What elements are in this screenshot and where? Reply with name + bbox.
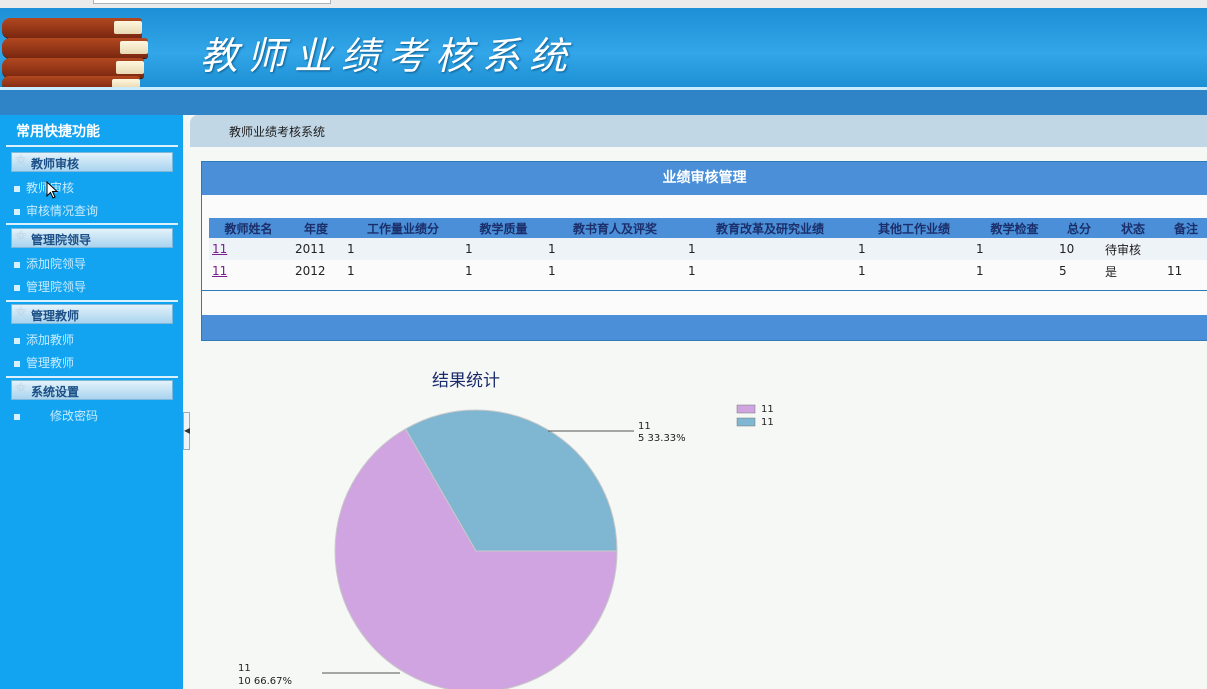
cell-workload: 1 bbox=[344, 238, 462, 260]
bullet-icon bbox=[14, 360, 20, 367]
teacher-name-link[interactable]: 11 bbox=[212, 242, 227, 256]
bullet-icon bbox=[14, 337, 20, 344]
sidebar-item-teacher-review[interactable]: 教师审核 bbox=[14, 179, 74, 196]
header-band bbox=[0, 90, 1207, 115]
slice-label: 11 bbox=[238, 663, 251, 674]
browser-topbar bbox=[0, 0, 1207, 8]
slice-label: 11 bbox=[638, 421, 651, 432]
cell-quality: 1 bbox=[462, 238, 545, 260]
legend-swatch bbox=[736, 404, 756, 414]
table-row: 11 2011 1 1 1 1 1 1 10 待审核 bbox=[209, 238, 1207, 260]
group-label: 管理院领导 bbox=[31, 233, 92, 247]
sidebar-item-manage-leader[interactable]: 管理院领导 bbox=[14, 278, 86, 295]
group-label: 系统设置 bbox=[31, 385, 80, 399]
sidebar-group-teachers[interactable]: ☆ 管理教师 bbox=[11, 304, 173, 324]
star-icon: ☆ bbox=[15, 381, 27, 396]
cell-quality: 1 bbox=[462, 260, 545, 282]
cell-reform: 1 bbox=[685, 238, 855, 260]
cell-inspection: 1 bbox=[973, 260, 1056, 282]
legend-label: 11 bbox=[761, 404, 774, 415]
slice-value-label: 10 66.67% bbox=[238, 676, 292, 687]
group-label: 教师审核 bbox=[31, 157, 80, 171]
col-header: 教师姓名 bbox=[209, 218, 288, 238]
sidebar-group-settings[interactable]: ☆ 系统设置 bbox=[11, 380, 173, 400]
result-pie-chart: 结果统计 115 33.33%1110 66.67% 1111 bbox=[238, 371, 774, 689]
cell-workload: 1 bbox=[344, 260, 462, 282]
cell-remark: 11 bbox=[1164, 260, 1207, 282]
cell-year: 2012 bbox=[288, 260, 344, 282]
col-header: 状态 bbox=[1102, 218, 1164, 238]
star-icon: ☆ bbox=[15, 153, 27, 168]
address-bar[interactable] bbox=[93, 0, 331, 4]
star-icon: ☆ bbox=[15, 229, 27, 244]
col-header: 年度 bbox=[288, 218, 344, 238]
panel-footer bbox=[202, 315, 1207, 340]
sidebar-group-leaders[interactable]: ☆ 管理院领导 bbox=[11, 228, 173, 248]
cell-remark bbox=[1164, 238, 1207, 260]
group-label: 管理教师 bbox=[31, 309, 80, 323]
col-header: 教学检查 bbox=[973, 218, 1056, 238]
table-header-row: 教师姓名 年度 工作量业绩分 教学质量 教书育人及评奖 教育改革及研究业绩 其他… bbox=[209, 218, 1207, 238]
review-table: 教师姓名 年度 工作量业绩分 教学质量 教书育人及评奖 教育改革及研究业绩 其他… bbox=[209, 218, 1207, 282]
col-header: 教学质量 bbox=[462, 218, 545, 238]
sidebar: 常用快捷功能 ☆ 教师审核 教师审核 审核情况查询 ☆ 管理院领导 添加院领导 … bbox=[0, 115, 183, 689]
cell-other: 1 bbox=[855, 260, 973, 282]
teacher-name-link[interactable]: 11 bbox=[212, 264, 227, 278]
sidebar-item-change-password[interactable]: 修改密码 bbox=[14, 407, 98, 424]
cell-reform: 1 bbox=[685, 260, 855, 282]
col-header: 其他工作业绩 bbox=[855, 218, 973, 238]
sidebar-item-manage-teacher[interactable]: 管理教师 bbox=[14, 354, 74, 371]
slice-value-label: 5 33.33% bbox=[638, 433, 686, 444]
col-header: 教育改革及研究业绩 bbox=[685, 218, 855, 238]
chart-title: 结果统计 bbox=[432, 371, 500, 391]
sidebar-item-add-leader[interactable]: 添加院领导 bbox=[14, 255, 86, 272]
cell-year: 2011 bbox=[288, 238, 344, 260]
legend-swatch bbox=[736, 417, 756, 427]
cell-status: 是 bbox=[1102, 260, 1164, 282]
col-header: 工作量业绩分 bbox=[344, 218, 462, 238]
books-logo bbox=[2, 16, 152, 90]
cell-education: 1 bbox=[545, 260, 685, 282]
bullet-icon bbox=[14, 208, 20, 215]
bullet-icon bbox=[14, 413, 20, 420]
breadcrumb-text: 教师业绩考核系统 bbox=[229, 125, 326, 139]
cell-education: 1 bbox=[545, 238, 685, 260]
sidebar-item-add-teacher[interactable]: 添加教师 bbox=[14, 331, 74, 348]
cell-other: 1 bbox=[855, 238, 973, 260]
cell-inspection: 1 bbox=[973, 238, 1056, 260]
cell-total: 10 bbox=[1056, 238, 1102, 260]
star-icon: ☆ bbox=[15, 305, 27, 320]
app-header: 教师业绩考核系统 bbox=[0, 8, 1207, 90]
sidebar-group-teacher-review[interactable]: ☆ 教师审核 bbox=[11, 152, 173, 172]
bullet-icon bbox=[14, 261, 20, 268]
sidebar-item-review-query[interactable]: 审核情况查询 bbox=[14, 202, 98, 219]
col-header: 备注 bbox=[1164, 218, 1207, 238]
panel-title: 业绩审核管理 bbox=[202, 162, 1207, 195]
legend-label: 11 bbox=[761, 417, 774, 428]
table-row: 11 2012 1 1 1 1 1 1 5 是 11 bbox=[209, 260, 1207, 282]
collapse-arrow-icon[interactable]: ◀ bbox=[183, 412, 190, 450]
review-panel: 业绩审核管理 教师姓名 年度 工作量业绩分 教学质量 教书育人及评奖 教育改革及… bbox=[201, 161, 1207, 341]
mouse-cursor-icon bbox=[46, 181, 58, 199]
col-header: 总分 bbox=[1056, 218, 1102, 238]
breadcrumb: 教师业绩考核系统 bbox=[190, 115, 1207, 147]
cell-status: 待审核 bbox=[1102, 238, 1164, 260]
col-header: 教书育人及评奖 bbox=[545, 218, 685, 238]
bullet-icon bbox=[14, 284, 20, 291]
cell-total: 5 bbox=[1056, 260, 1102, 282]
sidebar-heading: 常用快捷功能 bbox=[16, 124, 100, 140]
bullet-icon bbox=[14, 185, 20, 192]
app-title: 教师业绩考核系统 bbox=[200, 34, 577, 78]
